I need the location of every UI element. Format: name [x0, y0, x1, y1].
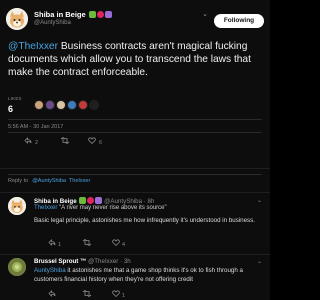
reply-text: AuntyShiba it astonishes me that a game … [34, 267, 262, 284]
reply-user[interactable]: TheIxxer [69, 178, 90, 184]
retweet-button[interactable] [82, 290, 92, 299]
frog-emoji-icon [88, 11, 96, 18]
liker-avatar[interactable] [34, 100, 44, 110]
reply-quote: TheIxxer "A river may never rise above i… [34, 205, 167, 211]
reply-tweet[interactable]: Shiba in Beige @AuntyShiba · 8h ⌄ TheIxx… [4, 197, 266, 255]
heart-emoji-icon [87, 197, 95, 204]
heart-icon [112, 290, 120, 298]
reply-tweet[interactable]: Brussel Sprout ™ @TheIxxer · 3h ⌄ AuntyS… [4, 258, 266, 300]
star-emoji-icon [104, 11, 112, 18]
author-handle[interactable]: @AuntyShiba [34, 20, 71, 26]
heart-icon [88, 137, 96, 145]
tweet-timestamp[interactable]: 5:56 AM - 30 Jan 2017 [8, 124, 63, 130]
reply-button[interactable]: 2 [24, 137, 38, 146]
divider [0, 254, 270, 255]
reply-actions: 1 [34, 290, 234, 299]
reply-handle[interactable]: @TheIxxer · 3h [88, 258, 131, 265]
star-emoji-icon [95, 197, 103, 204]
like-button[interactable]: 1 [112, 290, 125, 299]
retweet-icon [60, 137, 70, 144]
reply-button[interactable]: 1 [48, 239, 61, 248]
avatar[interactable] [8, 197, 26, 215]
avatar[interactable] [6, 8, 28, 30]
reply-count: 2 [35, 140, 39, 146]
reply-handle[interactable]: @AuntyShiba · 8h [104, 198, 154, 205]
mention-link[interactable]: TheIxxer [34, 205, 57, 211]
mention-link[interactable]: @TheIxxer [8, 41, 58, 52]
divider [0, 168, 270, 169]
heart-emoji-icon [96, 11, 104, 18]
following-button[interactable]: Following [214, 14, 264, 28]
liker-avatar[interactable] [56, 100, 66, 110]
frog-emoji-icon [79, 197, 87, 204]
like-button[interactable]: 6 [88, 137, 102, 146]
retweet-button[interactable] [82, 239, 92, 248]
more-icon[interactable]: ⌄ [257, 258, 262, 265]
reply-icon [48, 290, 56, 297]
reply-user[interactable]: @AuntyShiba [32, 178, 66, 184]
retweet-icon [82, 290, 92, 297]
avatar[interactable] [8, 258, 26, 276]
reply-icon [48, 239, 56, 246]
author-name-text[interactable]: Shiba in Beige [34, 10, 86, 19]
likes-count[interactable]: 6 [8, 104, 13, 114]
divider [8, 119, 262, 120]
retweet-icon [82, 239, 92, 246]
reply-input[interactable]: Reply to @AuntyShiba TheIxxer [8, 174, 262, 188]
more-icon[interactable]: ⌄ [257, 197, 262, 204]
reply-author[interactable]: Shiba in Beige @AuntyShiba · 8h [34, 197, 154, 205]
likes-label: LIKES [8, 96, 22, 101]
like-button[interactable]: 4 [112, 239, 125, 248]
divider [0, 192, 270, 193]
liker-avatars [34, 100, 100, 112]
liker-avatar[interactable] [67, 100, 77, 110]
like-count: 6 [99, 140, 103, 146]
like-count: 1 [122, 293, 126, 299]
liker-avatar[interactable] [89, 100, 99, 110]
reply-prefix: Reply to [8, 178, 29, 184]
reply-count: 1 [58, 242, 62, 248]
tweet-actions: 2 6 [8, 137, 208, 147]
author-name[interactable]: Shiba in Beige [34, 10, 112, 19]
reply-author[interactable]: Brussel Sprout ™ @TheIxxer · 3h [34, 258, 131, 265]
reply-author-name[interactable]: Brussel Sprout ™ [34, 258, 86, 265]
reply-quote-text: "A river may never rise above its source… [57, 205, 167, 211]
reply-text: Basic legal principle, astonishes me how… [34, 217, 255, 224]
liker-avatar[interactable] [45, 100, 55, 110]
reply-body: it astonishes me that a game shop thinks… [34, 267, 243, 283]
mention-link[interactable]: AuntyShiba [34, 267, 66, 274]
reply-actions: 1 4 [34, 239, 234, 248]
heart-icon [112, 239, 120, 247]
divider [8, 132, 262, 133]
tweet-header: Shiba in Beige @AuntyShiba ⌄ Following [6, 8, 264, 32]
reply-icon [24, 137, 32, 144]
liker-avatar[interactable] [78, 100, 88, 110]
reply-button[interactable] [48, 290, 56, 299]
tweet-text: @TheIxxer Business contracts aren't magi… [8, 40, 262, 79]
like-count: 4 [122, 242, 126, 248]
chevron-down-icon[interactable]: ⌄ [202, 10, 208, 18]
reply-author-name[interactable]: Shiba in Beige [34, 198, 77, 205]
tweet-card: Shiba in Beige @AuntyShiba ⌄ Following @… [0, 0, 270, 300]
retweet-button[interactable] [60, 137, 70, 146]
